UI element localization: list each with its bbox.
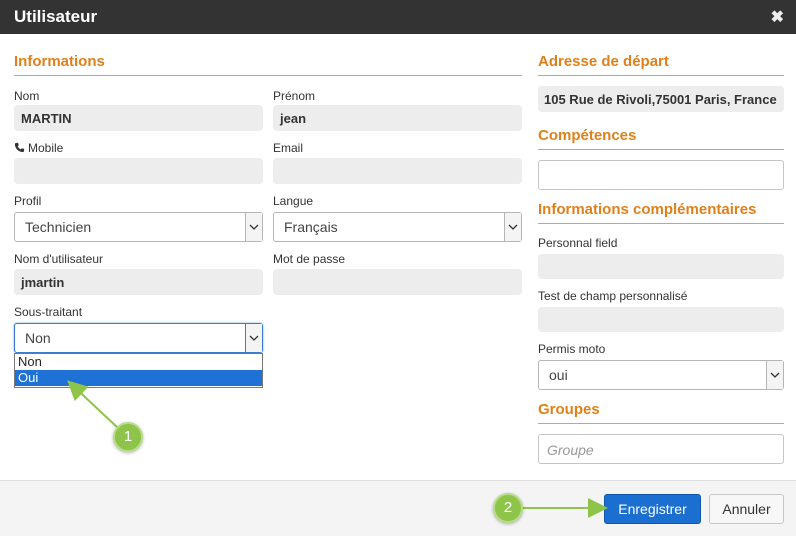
test-label: Test de champ personnalisé [538, 289, 688, 303]
nom-field[interactable]: MARTIN [14, 105, 263, 131]
groupe-input[interactable]: Groupe [538, 434, 784, 464]
profil-value: Technicien [25, 219, 92, 235]
adresse-heading: Adresse de départ [538, 53, 669, 70]
langue-label: Langue [273, 194, 314, 208]
chevron-down-icon [245, 213, 262, 241]
langue-value: Français [284, 219, 338, 235]
save-button[interactable]: Enregistrer [604, 494, 701, 524]
phone-icon [14, 142, 25, 153]
informations-divider [14, 75, 522, 76]
langue-select[interactable]: Français [273, 212, 522, 242]
test-field[interactable] [538, 307, 784, 332]
username-field[interactable]: jmartin [14, 269, 263, 295]
profil-label: Profil [14, 194, 42, 208]
prenom-label: Prénom [273, 89, 316, 103]
mobile-field[interactable] [14, 158, 263, 184]
cancel-button[interactable]: Annuler [709, 494, 784, 524]
adresse-divider [538, 75, 784, 76]
sous-traitant-option-non[interactable]: Non [15, 354, 262, 370]
email-field[interactable] [273, 158, 522, 184]
infos-heading: Informations complémentaires [538, 201, 757, 218]
competences-divider [538, 149, 784, 150]
email-label: Email [273, 141, 304, 155]
personnal-label: Personnal field [538, 236, 618, 250]
profil-select[interactable]: Technicien [14, 212, 263, 242]
infos-divider [538, 223, 784, 224]
sous-traitant-select[interactable]: Non [14, 323, 263, 353]
dialog-titlebar: Utilisateur ✖ [0, 0, 796, 34]
informations-heading: Informations [14, 53, 105, 70]
user-dialog: Utilisateur ✖ Informations Nom MARTIN Pr… [0, 0, 796, 536]
callout-badge-1: 1 [113, 422, 143, 452]
sous-traitant-option-oui[interactable]: Oui [15, 370, 262, 386]
prenom-field[interactable]: jean [273, 105, 522, 131]
adresse-field[interactable]: 105 Rue de Rivoli,75001 Paris, France [538, 86, 784, 112]
groupes-heading: Groupes [538, 401, 600, 418]
chevron-down-icon [766, 361, 783, 389]
username-label: Nom d'utilisateur [14, 252, 103, 266]
close-icon[interactable]: ✖ [771, 7, 784, 27]
sous-traitant-dropdown: Non Oui [14, 353, 263, 388]
sous-traitant-label: Sous-traitant [14, 305, 83, 319]
dialog-title: Utilisateur [14, 7, 98, 26]
nom-label: Nom [14, 89, 40, 103]
competences-input[interactable] [538, 160, 784, 190]
password-field[interactable] [273, 269, 522, 295]
callout-badge-2: 2 [493, 493, 523, 523]
mobile-label-wrap: Mobile [14, 141, 63, 155]
competences-heading: Compétences [538, 127, 637, 144]
permis-select[interactable]: oui [538, 360, 784, 390]
chevron-down-icon [504, 213, 521, 241]
personnal-field[interactable] [538, 254, 784, 279]
chevron-down-icon [245, 324, 262, 352]
callout-1-arrow [67, 380, 119, 429]
mobile-label: Mobile [28, 141, 64, 155]
groupes-divider [538, 423, 784, 424]
password-label: Mot de passe [273, 252, 346, 266]
sous-traitant-value: Non [25, 330, 51, 346]
permis-label: Permis moto [538, 342, 606, 356]
permis-value: oui [549, 367, 568, 383]
